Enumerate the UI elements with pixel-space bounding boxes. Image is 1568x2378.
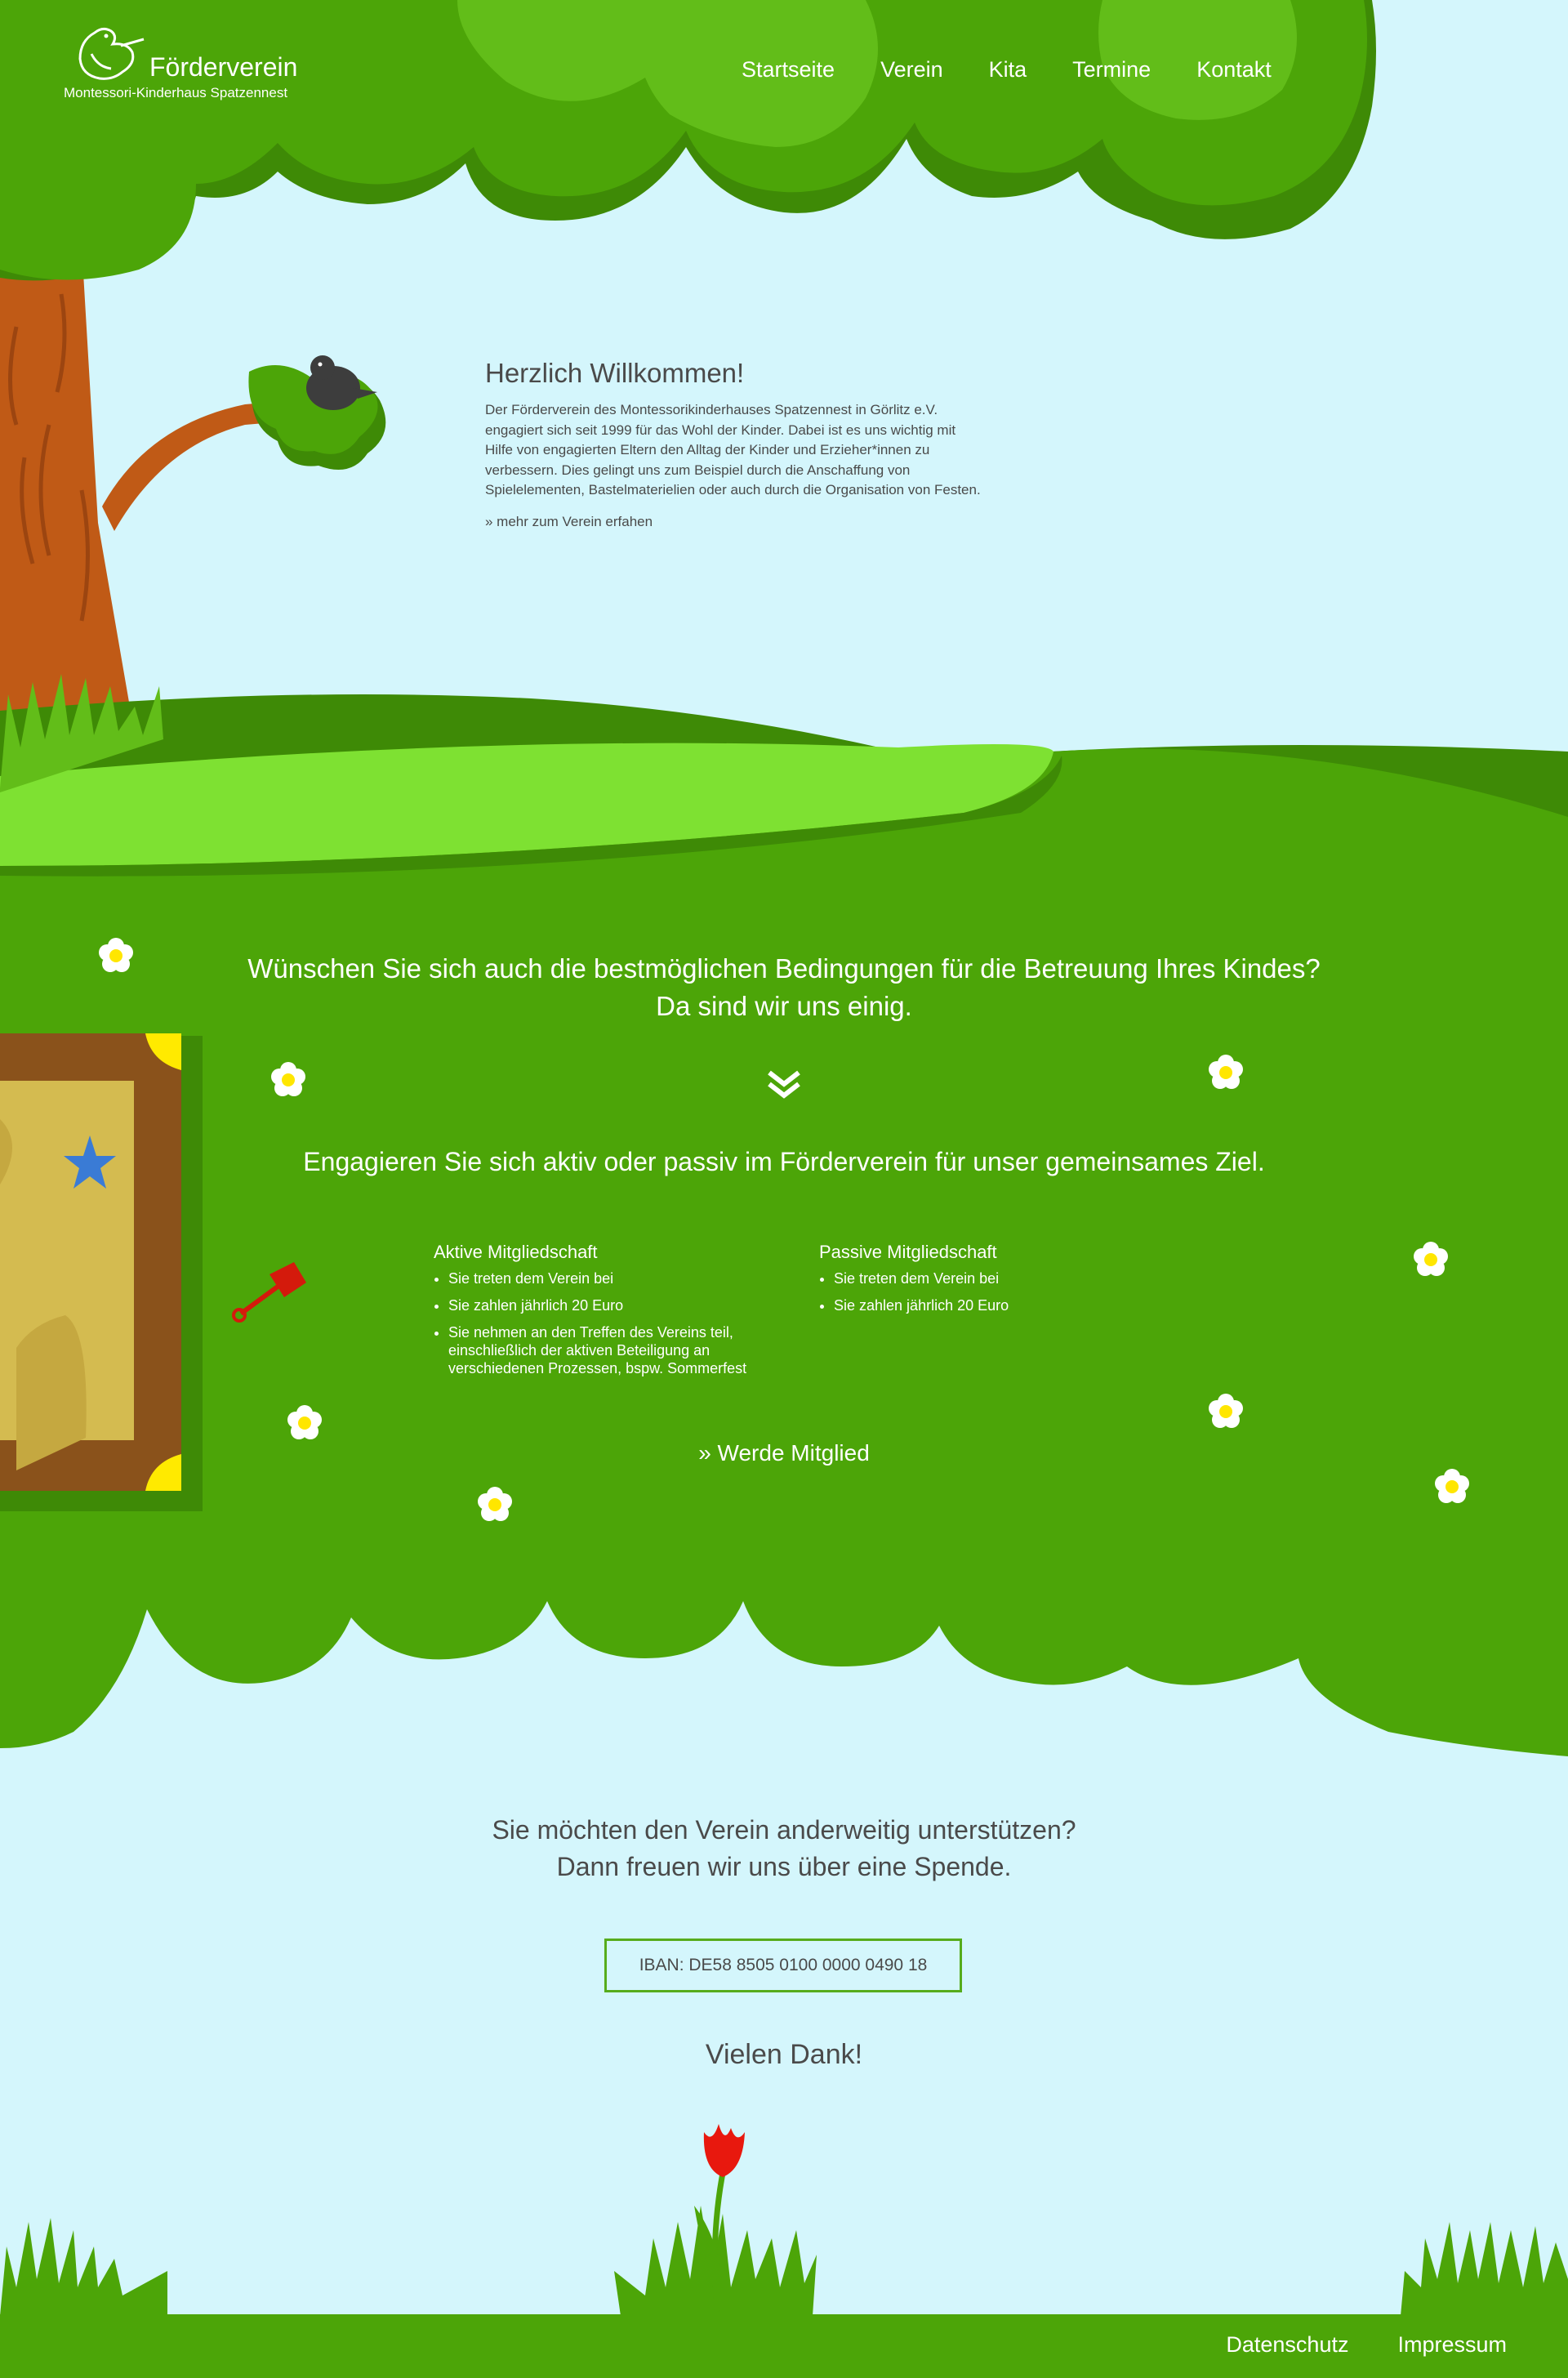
background-scene xyxy=(0,0,1568,2378)
welcome-line: Der Förderverein des Montessorikinderhau… xyxy=(485,402,938,417)
active-membership-title: Aktive Mitgliedschaft xyxy=(434,1242,598,1262)
donation-line-1: Sie möchten den Verein anderweitig unter… xyxy=(492,1815,1076,1845)
donation-text: Sie möchten den Verein anderweitig unter… xyxy=(0,1812,1568,1885)
list-item: Sie zahlen jährlich 20 Euro xyxy=(834,1296,1146,1314)
list-item: Sie zahlen jährlich 20 Euro xyxy=(448,1296,760,1314)
become-member-link[interactable]: » Werde Mitglied xyxy=(698,1440,870,1466)
thanks-text: Vielen Dank! xyxy=(705,2039,863,2070)
welcome-line: verbessern. Dies gelingt uns zum Beispie… xyxy=(485,462,911,478)
engage-heading: Engagieren Sie sich aktiv oder passiv im… xyxy=(303,1147,1265,1176)
passive-membership-title: Passive Mitgliedschaft xyxy=(819,1242,997,1262)
passive-membership: Passive Mitgliedschaft Sie treten dem Ve… xyxy=(819,1242,1146,1323)
list-item: Sie nehmen an den Treffen des Vereins te… xyxy=(448,1323,760,1377)
sparrow-logo-icon xyxy=(78,27,145,80)
imprint-link[interactable]: Impressum xyxy=(1397,2332,1507,2358)
nav-item-startseite[interactable]: Startseite xyxy=(719,57,858,83)
join-section: » Werde Mitglied xyxy=(0,1440,1568,1466)
brand-logo[interactable]: Förderverein Montessori-Kinderhaus Spatz… xyxy=(64,20,309,109)
list-item: Sie treten dem Verein bei xyxy=(448,1269,760,1287)
list-item: Sie treten dem Verein bei xyxy=(834,1269,1146,1287)
welcome-section: Herzlich Willkommen! Der Förderverein de… xyxy=(485,358,1040,530)
meadow xyxy=(0,748,1568,1756)
question-line-1: Wünschen Sie sich auch die bestmöglichen… xyxy=(247,953,1321,984)
grass-right xyxy=(1401,2222,1568,2316)
active-membership: Aktive Mitgliedschaft Sie treten dem Ver… xyxy=(434,1242,760,1386)
membership-question: Wünschen Sie sich auch die bestmöglichen… xyxy=(0,950,1568,1025)
nav-item-kontakt[interactable]: Kontakt xyxy=(1174,57,1294,83)
question-line-2: Da sind wir uns einig. xyxy=(656,991,912,1021)
privacy-link[interactable]: Datenschutz xyxy=(1226,2332,1348,2358)
welcome-line: Spielelementen, Bastelmaterielien oder a… xyxy=(485,482,981,497)
grass-left xyxy=(0,2218,167,2316)
main-navigation: Startseite Verein Kita Termine Kontakt xyxy=(719,57,1294,83)
donation-line-2: Dann freuen wir uns über eine Spende. xyxy=(556,1852,1012,1881)
brand-subtitle: Montessori-Kinderhaus Spatzennest xyxy=(64,85,288,100)
more-about-club-link[interactable]: » mehr zum Verein erfahen xyxy=(485,514,653,529)
nav-item-kita[interactable]: Kita xyxy=(966,57,1050,83)
welcome-heading: Herzlich Willkommen! xyxy=(485,358,745,388)
brand-title: Förderverein xyxy=(149,52,298,82)
nav-item-verein[interactable]: Verein xyxy=(858,57,966,83)
welcome-text: Der Förderverein des Montessorikinderhau… xyxy=(485,400,1040,501)
welcome-line: Hilfe von engagierten Eltern den Alltag … xyxy=(485,442,930,457)
welcome-line: engagiert sich seit 1999 für das Wohl de… xyxy=(485,422,956,438)
footer-links: Datenschutz Impressum xyxy=(1226,2332,1507,2358)
iban-box: IBAN: DE58 8505 0100 0000 0490 18 xyxy=(604,1939,962,1992)
nav-item-termine[interactable]: Termine xyxy=(1049,57,1174,83)
